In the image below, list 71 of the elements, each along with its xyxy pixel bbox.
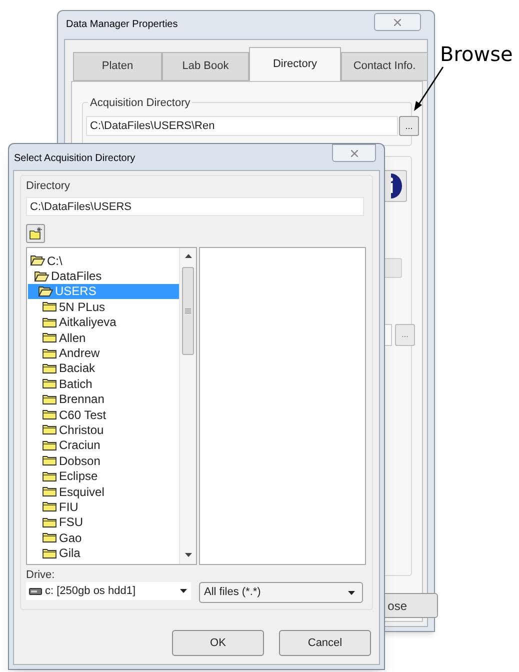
folder-tree-item[interactable]: FSU — [28, 514, 180, 530]
open-folder-icon — [30, 255, 45, 266]
close-icon — [394, 18, 401, 26]
close-icon — [350, 150, 358, 156]
folder-tree-item[interactable]: FIU — [28, 499, 180, 515]
folder-tree-item[interactable]: Eclipse — [28, 468, 180, 484]
folder-icon — [42, 516, 57, 528]
info-icon — [391, 173, 403, 199]
scroll-thumb[interactable] — [182, 267, 194, 355]
folder-icon — [42, 348, 57, 359]
folder-tree-item[interactable]: C:\ — [28, 253, 180, 268]
dialog-button[interactable]: OK — [172, 630, 264, 656]
folder-icon — [42, 362, 57, 374]
folder-tree-item[interactable]: 5N PLus — [28, 299, 180, 315]
tab[interactable]: Platen — [73, 52, 162, 81]
close-button[interactable] — [374, 13, 421, 31]
path-field[interactable]: C:\DataFiles\USERS\Ren — [86, 116, 398, 136]
folder-tree-item[interactable]: Dobson — [28, 453, 180, 468]
drive-icon — [29, 588, 42, 594]
folder-tree-item[interactable]: Craciun — [28, 438, 180, 454]
folder-icon — [42, 532, 57, 544]
drive-dropdown[interactable]: c: [250gb os hdd1] — [26, 582, 191, 600]
group-label: Directory — [26, 179, 72, 193]
filter-dropdown[interactable]: All files (*.*) — [199, 582, 363, 603]
folder-tree-item[interactable]: DataFiles — [28, 268, 180, 284]
browse-button[interactable]: ... — [395, 324, 415, 346]
folder-icon — [42, 548, 57, 559]
folder-icon — [42, 440, 57, 451]
folder-icon — [42, 470, 57, 482]
folder-icon — [42, 486, 57, 498]
folder-icon — [42, 424, 57, 436]
open-folder-icon — [34, 270, 49, 282]
folder-tree-item[interactable]: Aitkaliyeva — [28, 314, 180, 330]
scroll-down-icon[interactable] — [185, 553, 192, 557]
folder-icon — [42, 455, 57, 466]
folder-tree-item[interactable]: Gao — [28, 530, 180, 546]
tab[interactable]: Contact Info. — [341, 52, 428, 81]
folder-tree-item[interactable]: C60 Test — [28, 406, 180, 422]
dialog-title: Select Acquisition Directory — [14, 152, 136, 166]
new-folder-icon — [28, 227, 42, 240]
folder-tree-item[interactable]: Andrew — [28, 345, 180, 361]
folder-icon — [42, 332, 57, 344]
folder-icon — [42, 301, 57, 312]
dialog-button[interactable]: Cancel — [279, 630, 371, 656]
folder-tree-item[interactable]: Gila — [28, 545, 180, 561]
folder-tree-item[interactable]: Esquivel — [28, 484, 180, 500]
tab[interactable]: Directory — [249, 47, 341, 81]
browse-button[interactable]: ... — [399, 116, 419, 136]
folder-tree-item[interactable]: Batich — [28, 376, 180, 392]
window-title: Data Manager Properties — [66, 18, 178, 32]
annotation-label: Browse — [440, 44, 513, 64]
drive-label: Drive: — [26, 568, 56, 581]
folder-tree-item[interactable]: Brennan — [28, 392, 180, 407]
folder-tree-item[interactable]: Christou — [28, 422, 180, 438]
folder-icon — [42, 501, 57, 512]
folder-icon — [42, 394, 57, 405]
new-folder-button[interactable] — [26, 224, 45, 243]
group-label: Acquisition Directory — [88, 95, 192, 112]
tab[interactable]: Lab Book — [162, 52, 249, 81]
dropdown-caret-icon — [180, 589, 187, 593]
folder-tree-item[interactable]: Allen — [28, 330, 180, 346]
folder-icon — [42, 378, 57, 390]
close-button[interactable] — [332, 144, 376, 162]
scrollbar[interactable] — [179, 248, 196, 564]
folder-tree-item[interactable]: Baciak — [28, 360, 180, 376]
folder-icon — [42, 409, 57, 420]
folder-icon — [42, 316, 57, 328]
open-folder-icon — [38, 286, 53, 297]
scroll-up-icon[interactable] — [185, 254, 192, 258]
grip-icon — [185, 308, 191, 314]
path-field[interactable]: C:\DataFiles\USERS — [26, 197, 364, 216]
